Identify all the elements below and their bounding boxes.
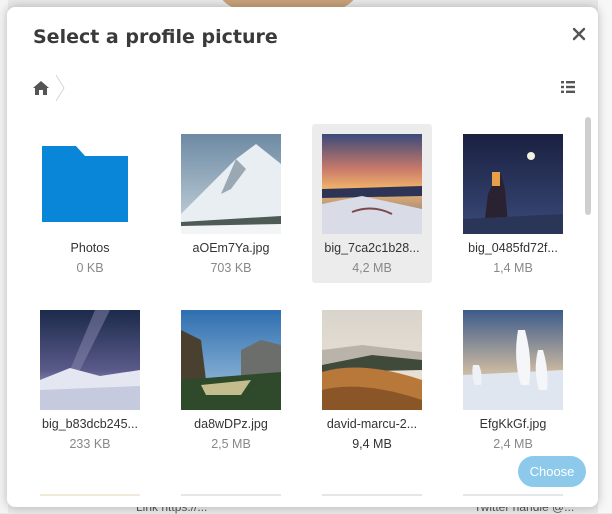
- partial-thumbnail: [40, 494, 140, 504]
- file-name: big_0485fd72f...: [468, 241, 558, 255]
- image-thumbnail: [463, 134, 563, 234]
- file-tile-selected[interactable]: big_7ca2c1b28... 4,2 MB: [312, 124, 432, 283]
- file-tile[interactable]: david-marcu-2... 9,4 MB: [312, 300, 432, 459]
- image-thumbnail: [322, 134, 422, 234]
- file-tile[interactable]: EfgKkGf.jpg 2,4 MB: [453, 300, 573, 459]
- next-row-partial: [7, 486, 587, 506]
- snowy-mountain-photo: [181, 134, 281, 234]
- file-name: EfgKkGf.jpg: [479, 417, 547, 431]
- partial-thumbnail: [181, 494, 281, 504]
- sunset-lake-photo: [322, 134, 422, 234]
- file-name: big_b83dcb245...: [42, 417, 138, 431]
- valley-photo: [181, 310, 281, 410]
- file-size: 0 KB: [76, 261, 104, 275]
- file-size: 2,5 MB: [211, 437, 251, 451]
- breadcrumb-separator-icon: [55, 74, 65, 102]
- image-thumbnail: [463, 310, 563, 410]
- list-view-icon: [561, 81, 575, 93]
- folder-thumbnail: [40, 134, 140, 234]
- file-tile[interactable]: aOEm7Ya.jpg 703 KB: [171, 124, 291, 283]
- file-size: 1,4 MB: [493, 261, 533, 275]
- file-tile-photos[interactable]: Photos 0 KB: [30, 124, 150, 283]
- starry-snow-photo: [40, 310, 140, 410]
- file-size: 9,4 MB: [352, 437, 392, 451]
- file-name: da8wDPz.jpg: [194, 417, 268, 431]
- file-size: 4,2 MB: [352, 261, 392, 275]
- night-castle-photo: [463, 134, 563, 234]
- file-size: 703 KB: [210, 261, 252, 275]
- image-thumbnail: [322, 310, 422, 410]
- file-size: 2,4 MB: [493, 437, 533, 451]
- breadcrumb-home[interactable]: [27, 73, 55, 103]
- file-size: 233 KB: [69, 437, 111, 451]
- file-name: Photos: [70, 241, 110, 255]
- close-button[interactable]: [568, 23, 590, 45]
- folder-icon: [42, 146, 128, 222]
- image-thumbnail: [40, 310, 140, 410]
- golden-hills-photo: [322, 310, 422, 410]
- image-thumbnail: [181, 134, 281, 234]
- snowy-trees-photo: [463, 310, 563, 410]
- dialog-title: Select a profile picture: [33, 26, 278, 48]
- file-grid-area[interactable]: Photos 0 KB aOEm7Ya.jpg 703 KB big_7ca2c…: [7, 117, 598, 507]
- background-right-panel: [598, 0, 612, 513]
- scrollbar-thumb[interactable]: [585, 117, 591, 215]
- view-toggle-button[interactable]: [560, 79, 576, 95]
- image-thumbnail: [181, 310, 281, 410]
- profile-picture-dialog: Select a profile picture Photos 0 KB aOE…: [7, 7, 598, 507]
- file-grid: Photos 0 KB aOEm7Ya.jpg 703 KB big_7ca2c…: [30, 124, 586, 459]
- file-name: aOEm7Ya.jpg: [192, 241, 270, 255]
- breadcrumb: [27, 73, 65, 103]
- close-icon: [572, 27, 586, 41]
- home-icon: [33, 81, 49, 95]
- file-tile[interactable]: big_b83dcb245... 233 KB: [30, 300, 150, 459]
- file-name: david-marcu-2...: [326, 417, 418, 431]
- choose-button[interactable]: Choose: [518, 456, 586, 487]
- partial-thumbnail: [322, 494, 422, 504]
- file-tile[interactable]: da8wDPz.jpg 2,5 MB: [171, 300, 291, 459]
- file-tile[interactable]: big_0485fd72f... 1,4 MB: [453, 124, 573, 283]
- file-name: big_7ca2c1b28...: [324, 241, 420, 255]
- partial-thumbnail: [463, 494, 563, 504]
